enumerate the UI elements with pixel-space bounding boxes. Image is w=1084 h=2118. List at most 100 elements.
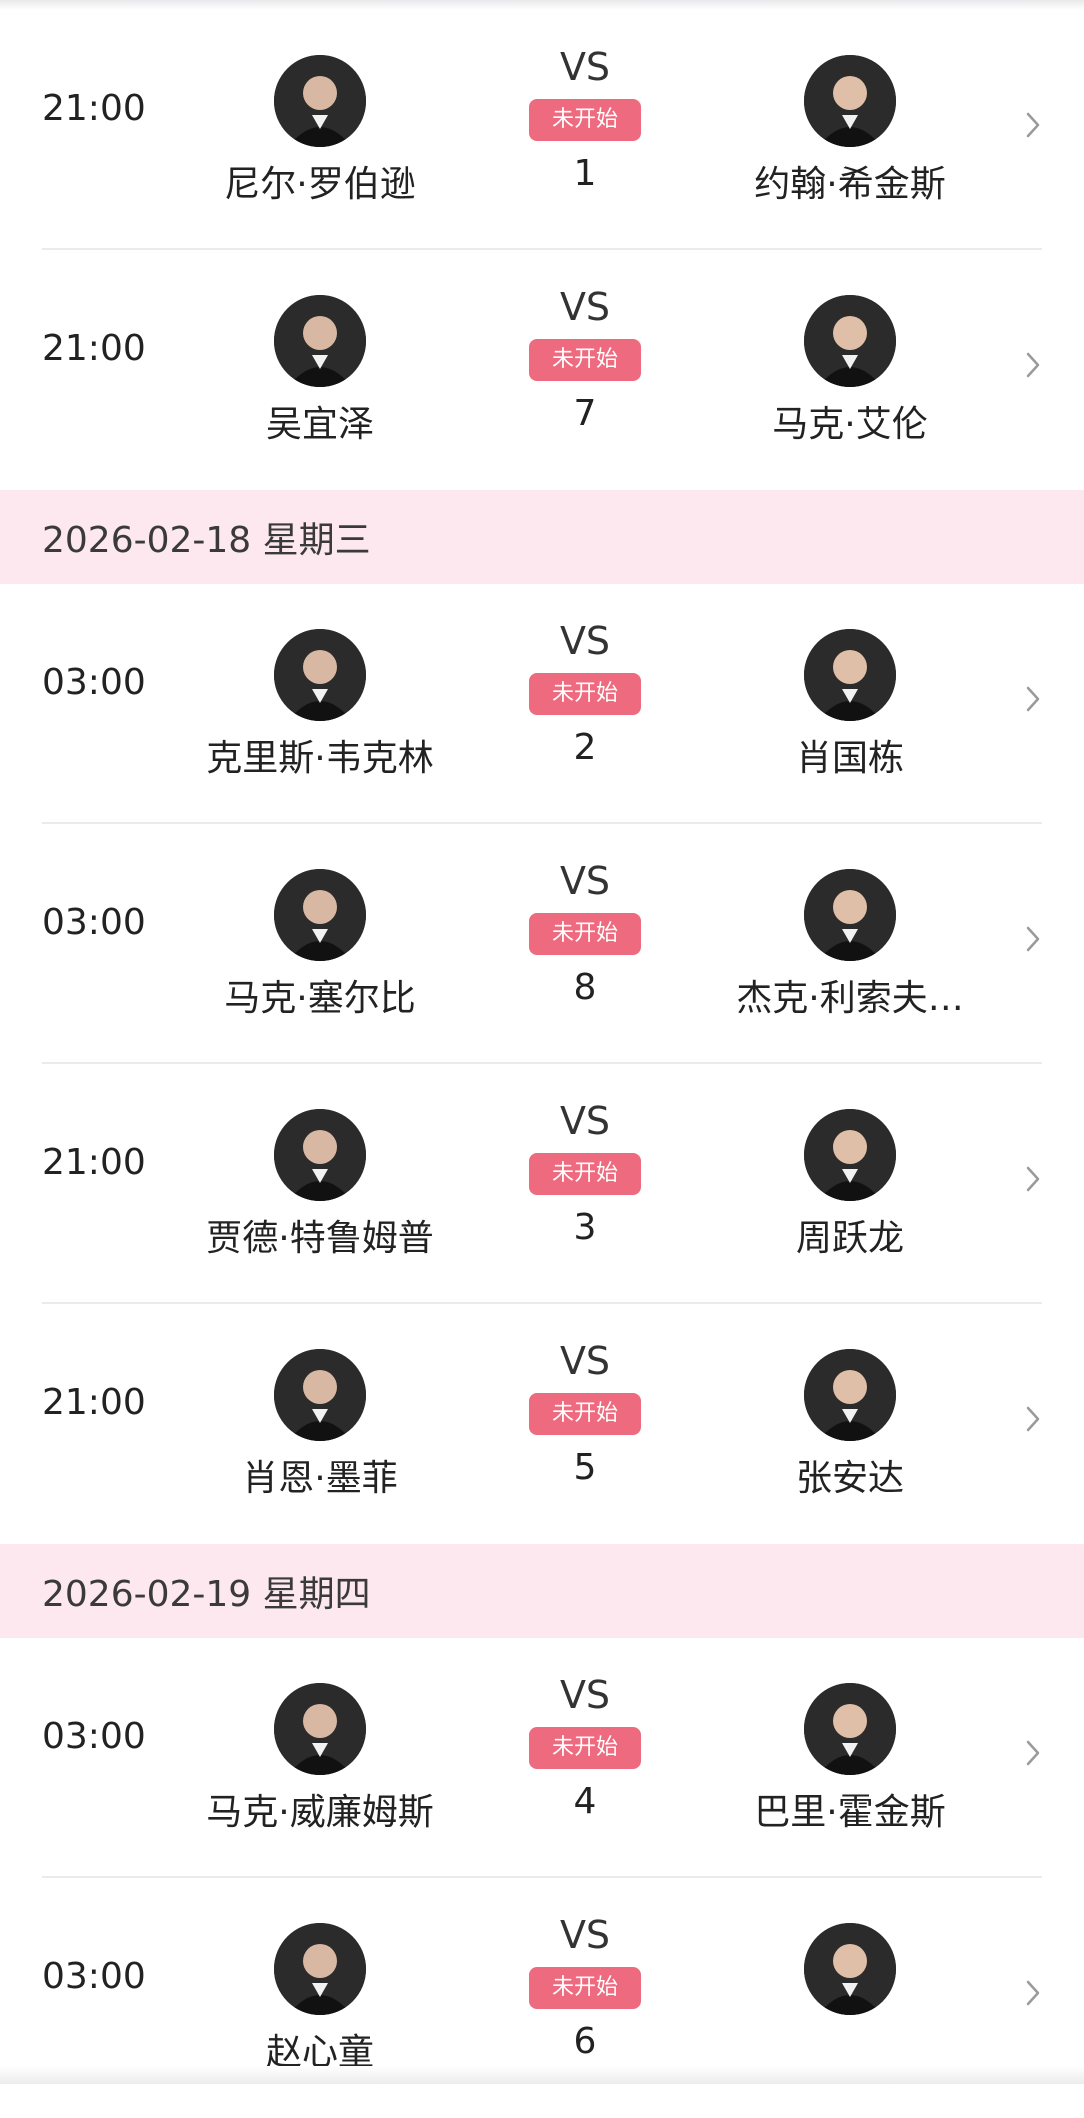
status-badge: 未开始	[529, 1153, 641, 1195]
away-avatar	[804, 1109, 896, 1201]
match-time: 03:00	[42, 1956, 146, 1997]
chevron-right-icon[interactable]	[1024, 1738, 1042, 1768]
away-name: 约翰·希金斯	[754, 164, 946, 205]
home-player[interactable]: 马克·威廉姆斯	[170, 1683, 470, 1835]
match-number: 8	[573, 967, 597, 1008]
top-edge	[0, 0, 1084, 10]
match-row[interactable]: 03:00 马克·威廉姆斯 VS 未开始 4 巴里·霍金斯	[0, 1638, 1084, 1878]
date-label: 2026-02-18 星期三	[42, 520, 371, 561]
match-time: 21:00	[42, 328, 146, 369]
chevron-right-icon[interactable]	[1024, 1978, 1042, 2008]
away-avatar	[804, 1349, 896, 1441]
away-player[interactable]: 杰克·利索夫…	[700, 869, 1000, 1021]
away-name: 马克·艾伦	[772, 404, 928, 445]
away-avatar	[804, 1923, 896, 2015]
match-number: 3	[573, 1207, 597, 1248]
status-badge: 未开始	[529, 1967, 641, 2009]
chevron-right-icon[interactable]	[1024, 1164, 1042, 1194]
away-name: 巴里·霍金斯	[754, 1792, 946, 1833]
home-avatar	[274, 295, 366, 387]
match-center: VS 未开始 8	[520, 859, 650, 1008]
away-avatar	[804, 55, 896, 147]
match-list: 21:00 尼尔·罗伯逊 VS 未开始 1 约翰·希金斯 21:00 吴宜泽 V…	[0, 10, 1084, 2118]
chevron-right-icon[interactable]	[1024, 684, 1042, 714]
home-avatar	[274, 869, 366, 961]
away-avatar	[804, 295, 896, 387]
home-player[interactable]: 克里斯·韦克林	[170, 629, 470, 781]
away-name: 杰克·利索夫…	[736, 978, 964, 1019]
match-number: 1	[573, 153, 597, 194]
match-center: VS 未开始 6	[520, 1913, 650, 2062]
home-player[interactable]: 赵心童	[170, 1923, 470, 2075]
match-number: 7	[573, 393, 597, 434]
match-row[interactable]: 21:00 尼尔·罗伯逊 VS 未开始 1 约翰·希金斯	[0, 10, 1084, 250]
away-name: 张安达	[795, 1458, 904, 1499]
home-name: 吴宜泽	[265, 404, 374, 445]
date-header: 2026-02-19 星期四	[0, 1544, 1084, 1638]
home-name: 马克·塞尔比	[224, 978, 416, 1019]
bottom-edge	[0, 2066, 1084, 2084]
chevron-right-icon[interactable]	[1024, 350, 1042, 380]
match-row[interactable]: 21:00 贾德·特鲁姆普 VS 未开始 3 周跃龙	[0, 1064, 1084, 1304]
match-time: 21:00	[42, 1142, 146, 1183]
away-player[interactable]: 张安达	[700, 1349, 1000, 1501]
away-avatar	[804, 869, 896, 961]
match-time: 21:00	[42, 88, 146, 129]
match-center: VS 未开始 4	[520, 1673, 650, 1822]
match-row[interactable]: 03:00 克里斯·韦克林 VS 未开始 2 肖国栋	[0, 584, 1084, 824]
match-time: 21:00	[42, 1382, 146, 1423]
home-name: 克里斯·韦克林	[206, 738, 434, 779]
chevron-right-icon[interactable]	[1024, 924, 1042, 954]
vs-label: VS	[559, 619, 611, 663]
match-center: VS 未开始 7	[520, 285, 650, 434]
away-player[interactable]	[700, 1923, 1000, 2023]
match-row[interactable]: 21:00 吴宜泽 VS 未开始 7 马克·艾伦	[0, 250, 1084, 490]
vs-label: VS	[559, 45, 611, 89]
match-center: VS 未开始 5	[520, 1339, 650, 1488]
match-number: 4	[573, 1781, 597, 1822]
chevron-right-icon[interactable]	[1024, 1404, 1042, 1434]
home-name: 尼尔·罗伯逊	[224, 164, 416, 205]
home-name: 肖恩·墨菲	[242, 1458, 398, 1499]
away-player[interactable]: 马克·艾伦	[700, 295, 1000, 447]
home-avatar	[274, 629, 366, 721]
vs-label: VS	[559, 1673, 611, 1717]
home-avatar	[274, 1349, 366, 1441]
home-player[interactable]: 吴宜泽	[170, 295, 470, 447]
chevron-right-icon[interactable]	[1024, 110, 1042, 140]
vs-label: VS	[559, 1913, 611, 1957]
home-player[interactable]: 肖恩·墨菲	[170, 1349, 470, 1501]
status-badge: 未开始	[529, 1393, 641, 1435]
status-badge: 未开始	[529, 673, 641, 715]
away-player[interactable]: 约翰·希金斯	[700, 55, 1000, 207]
home-avatar	[274, 1923, 366, 2015]
home-avatar	[274, 1109, 366, 1201]
home-player[interactable]: 贾德·特鲁姆普	[170, 1109, 470, 1261]
away-name: 肖国栋	[795, 738, 904, 779]
match-time: 03:00	[42, 902, 146, 943]
match-row[interactable]: 03:00 马克·塞尔比 VS 未开始 8 杰克·利索夫…	[0, 824, 1084, 1064]
status-badge: 未开始	[529, 339, 641, 381]
match-center: VS 未开始 3	[520, 1099, 650, 1248]
home-player[interactable]: 尼尔·罗伯逊	[170, 55, 470, 207]
match-time: 03:00	[42, 1716, 146, 1757]
away-player[interactable]: 巴里·霍金斯	[700, 1683, 1000, 1835]
away-name: 周跃龙	[795, 1218, 904, 1259]
status-badge: 未开始	[529, 99, 641, 141]
home-avatar	[274, 55, 366, 147]
match-center: VS 未开始 2	[520, 619, 650, 768]
away-player[interactable]: 肖国栋	[700, 629, 1000, 781]
home-name: 贾德·特鲁姆普	[206, 1218, 434, 1259]
date-label: 2026-02-19 星期四	[42, 1574, 371, 1615]
status-badge: 未开始	[529, 913, 641, 955]
away-avatar	[804, 629, 896, 721]
match-time: 03:00	[42, 662, 146, 703]
home-avatar	[274, 1683, 366, 1775]
date-header: 2026-02-18 星期三	[0, 490, 1084, 584]
away-player[interactable]: 周跃龙	[700, 1109, 1000, 1261]
vs-label: VS	[559, 1339, 611, 1383]
home-player[interactable]: 马克·塞尔比	[170, 869, 470, 1021]
match-center: VS 未开始 1	[520, 45, 650, 194]
match-row[interactable]: 21:00 肖恩·墨菲 VS 未开始 5 张安达	[0, 1304, 1084, 1544]
vs-label: VS	[559, 859, 611, 903]
